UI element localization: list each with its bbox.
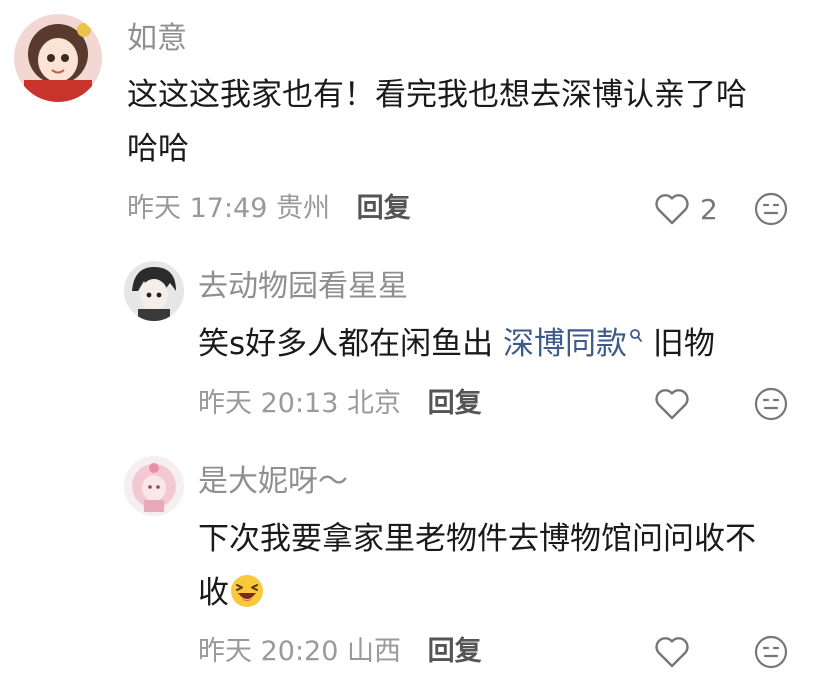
- heart-outline-icon: [655, 194, 689, 225]
- comment-content: 下次我要拿家里老物件去博物馆问问收不 收: [198, 510, 808, 622]
- search-icon: [630, 329, 642, 342]
- avatar[interactable]: [124, 456, 184, 516]
- like-count: 2: [700, 192, 718, 226]
- comment-text: 收: [198, 575, 229, 611]
- comment-text-line: 下次我要拿家里老物件去博物馆问问收不: [198, 521, 756, 557]
- comment-text: 笑s好多人都在闲鱼出: [198, 326, 494, 362]
- comment-time: 昨天 20:13: [198, 388, 339, 419]
- username[interactable]: 如意: [127, 21, 187, 57]
- reply-button[interactable]: 回复: [428, 636, 482, 667]
- avatar[interactable]: [14, 14, 102, 102]
- search-link[interactable]: 深博同款: [503, 326, 653, 362]
- like-button[interactable]: 2: [654, 192, 718, 226]
- meh-face-icon: [754, 635, 788, 669]
- like-button[interactable]: [654, 635, 690, 669]
- username[interactable]: 是大妮呀～: [198, 464, 348, 500]
- comment-meta: 昨天 17:49 贵州 回复: [127, 192, 411, 226]
- dislike-button[interactable]: [754, 635, 788, 673]
- like-button[interactable]: [654, 387, 690, 421]
- comment-text-line-2: 收: [198, 564, 808, 622]
- username[interactable]: 去动物园看星星: [198, 269, 408, 305]
- dislike-button[interactable]: [754, 387, 788, 425]
- comment-time: 昨天 20:20: [198, 636, 339, 667]
- heart-outline-icon: [655, 389, 689, 420]
- comment-content: 这这这我家也有！看完我也想去深博认亲了哈 哈哈: [127, 66, 807, 178]
- comment-meta: 昨天 20:13 北京 回复: [198, 387, 482, 421]
- comment-content: 笑s好多人都在闲鱼出 深博同款 旧物: [198, 315, 798, 373]
- search-link-text: 深博同款: [503, 326, 628, 362]
- comment-meta: 昨天 20:20 山西 回复: [198, 635, 482, 669]
- comment-time: 昨天 17:49: [127, 193, 268, 224]
- comment-text-line: 哈哈: [127, 131, 189, 167]
- avatar[interactable]: [124, 261, 184, 321]
- comment-location: 贵州: [276, 193, 330, 224]
- comment-text: 旧物: [652, 326, 715, 362]
- laughing-emoji-icon: [231, 575, 263, 607]
- heart-outline-icon: [655, 637, 689, 668]
- comment-location: 山西: [347, 636, 401, 667]
- dislike-button[interactable]: [754, 192, 788, 230]
- meh-face-icon: [754, 387, 788, 421]
- reply-button[interactable]: 回复: [357, 193, 411, 224]
- comment-text-line: 这这这我家也有！看完我也想去深博认亲了哈: [127, 77, 747, 113]
- meh-face-icon: [754, 192, 788, 226]
- comment-location: 北京: [347, 388, 401, 419]
- reply-button[interactable]: 回复: [428, 388, 482, 419]
